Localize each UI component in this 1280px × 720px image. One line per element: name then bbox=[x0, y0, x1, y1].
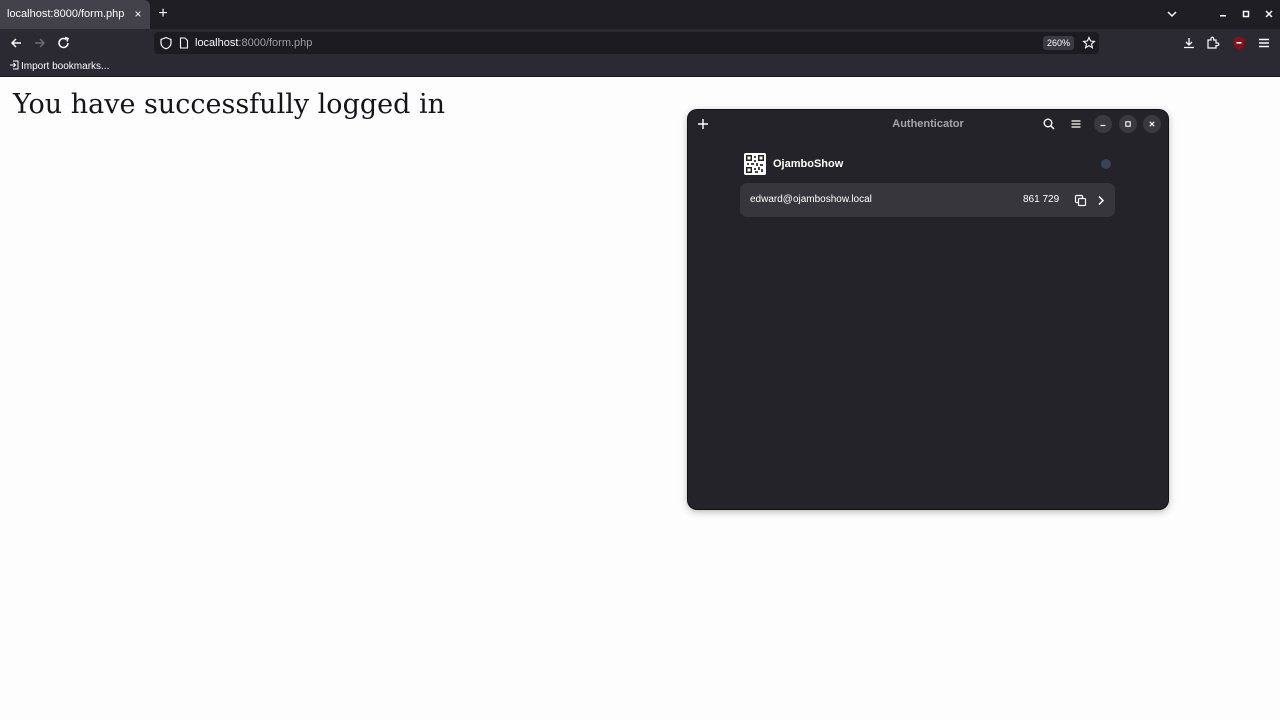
browser-toolbar: localhost:8000/form.php 260% bbox=[0, 29, 1280, 57]
browser-tab-bar: localhost:8000/form.php × + bbox=[0, 0, 1280, 29]
app-menu-hamburger-icon[interactable] bbox=[1256, 35, 1272, 51]
account-row[interactable]: edward@ojamboshow.local 861 729 bbox=[740, 183, 1115, 217]
forward-arrow-icon[interactable] bbox=[31, 35, 49, 51]
page-headline: You have successfully logged in bbox=[13, 89, 445, 120]
url-host: localhost bbox=[195, 37, 239, 49]
tab-title: localhost:8000/form.php bbox=[7, 8, 125, 20]
import-bookmarks-button[interactable]: Import bookmarks... bbox=[9, 57, 109, 76]
code-timer-indicator bbox=[1101, 159, 1111, 169]
account-email: edward@ojamboshow.local bbox=[750, 194, 872, 205]
close-window-icon[interactable] bbox=[1262, 7, 1276, 21]
tracking-protection-shield-icon[interactable] bbox=[159, 36, 173, 50]
tab-close-button[interactable]: × bbox=[131, 0, 145, 29]
ublock-origin-icon[interactable] bbox=[1231, 35, 1247, 51]
chevron-right-icon[interactable] bbox=[1095, 194, 1107, 207]
bookmark-star-icon[interactable] bbox=[1082, 36, 1096, 50]
extensions-puzzle-icon[interactable] bbox=[1205, 35, 1221, 51]
auth-close-button[interactable] bbox=[1143, 115, 1161, 133]
qr-code-icon bbox=[744, 153, 766, 175]
page-info-icon[interactable] bbox=[178, 37, 190, 49]
minimize-icon bbox=[1100, 124, 1106, 127]
reload-icon[interactable] bbox=[55, 35, 73, 51]
new-tab-button[interactable]: + bbox=[155, 4, 171, 24]
bookmarks-toolbar: Import bookmarks... bbox=[0, 57, 1280, 77]
import-bookmarks-label: Import bookmarks... bbox=[21, 61, 110, 72]
import-icon bbox=[10, 60, 19, 70]
url-path: :8000/form.php bbox=[238, 37, 313, 49]
auth-maximize-button[interactable] bbox=[1119, 115, 1137, 133]
browser-tab-active[interactable]: localhost:8000/form.php × bbox=[0, 0, 150, 29]
minimize-window-icon[interactable] bbox=[1216, 7, 1230, 21]
authenticator-window: Authenticator OjamboShow edward@ojambosh… bbox=[688, 110, 1168, 509]
auth-minimize-button[interactable] bbox=[1094, 115, 1112, 133]
maximize-window-icon[interactable] bbox=[1239, 7, 1253, 21]
otp-code[interactable]: 861 729 bbox=[1023, 183, 1059, 217]
maximize-icon bbox=[1125, 121, 1131, 127]
close-icon bbox=[1149, 121, 1155, 127]
main-menu-icon[interactable] bbox=[1069, 117, 1083, 131]
back-arrow-icon[interactable] bbox=[7, 35, 25, 51]
search-icon[interactable] bbox=[1042, 117, 1056, 131]
downloads-icon[interactable] bbox=[1181, 35, 1197, 51]
provider-name: OjamboShow bbox=[773, 158, 844, 170]
provider-logo-graphic bbox=[744, 153, 766, 175]
zoom-level-badge[interactable]: 260% bbox=[1043, 36, 1075, 50]
url-bar[interactable]: localhost:8000/form.php 260% bbox=[154, 32, 1099, 54]
url-text[interactable]: localhost:8000/form.php bbox=[195, 32, 312, 54]
tab-list-chevron-icon[interactable] bbox=[1164, 6, 1180, 22]
copy-icon[interactable] bbox=[1074, 194, 1087, 207]
